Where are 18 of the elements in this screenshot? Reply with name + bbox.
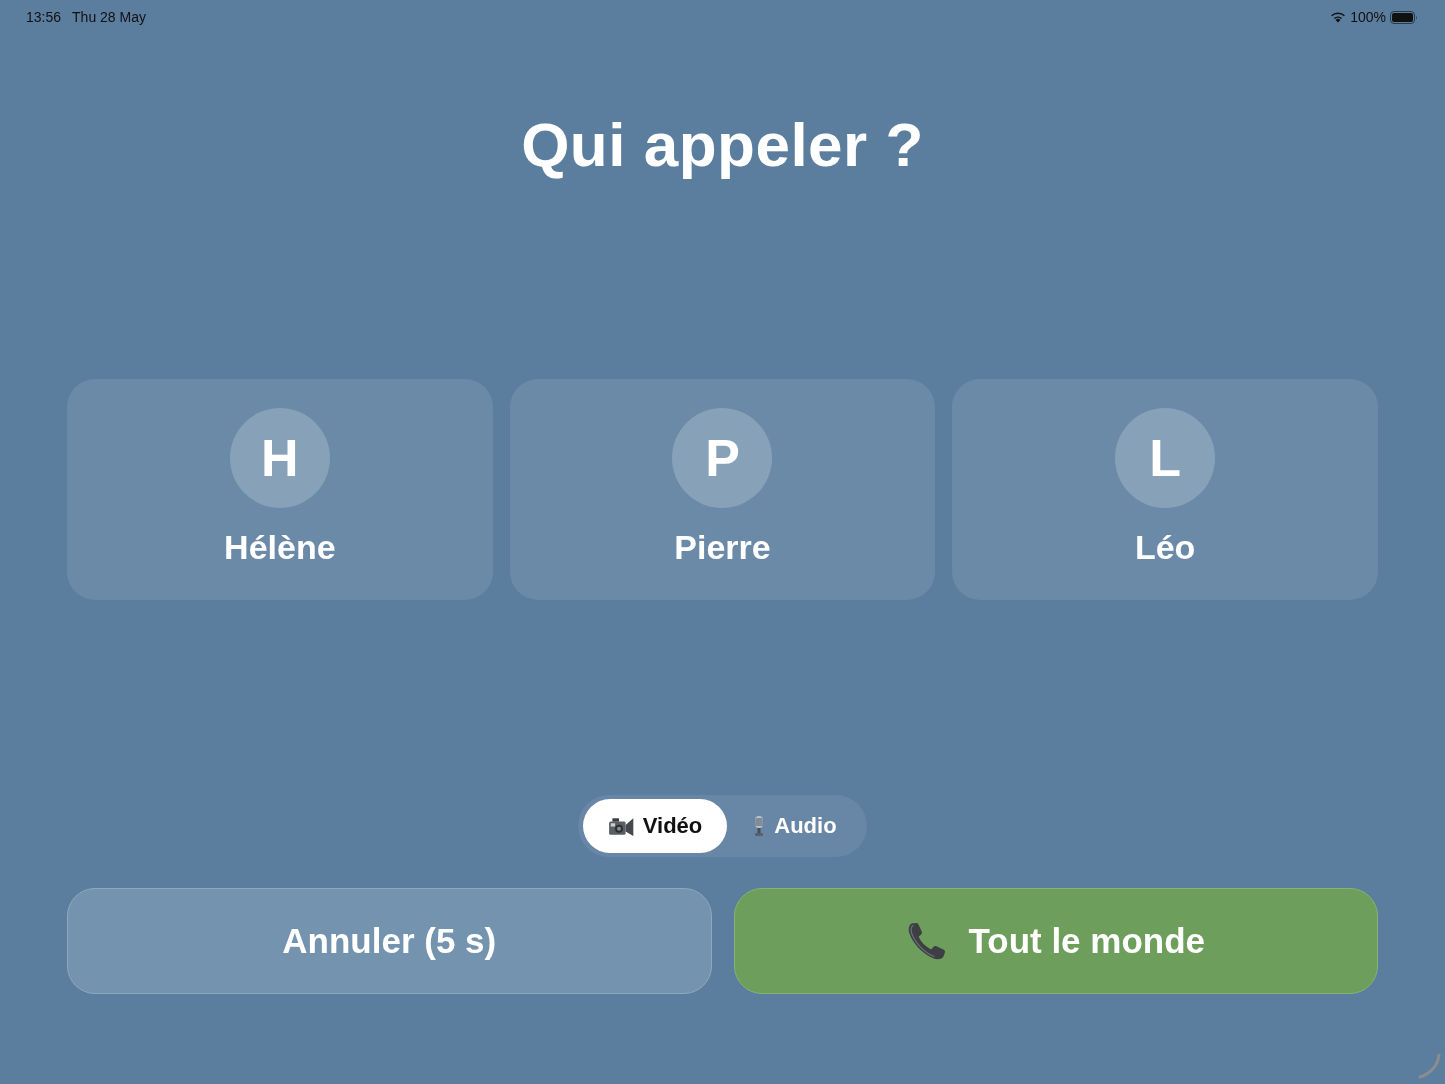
- status-date: Thu 28 May: [72, 9, 146, 25]
- contact-card[interactable]: H Hélène: [67, 379, 493, 600]
- contact-avatar: H: [229, 408, 330, 508]
- cancel-button[interactable]: Annuler (5 s): [67, 888, 712, 994]
- battery-percent: 100%: [1350, 9, 1386, 25]
- battery-icon: [1390, 10, 1418, 24]
- call-mode-tab[interactable]: Audio: [727, 799, 862, 853]
- contact-avatar: P: [672, 408, 773, 508]
- wifi-icon: [1330, 11, 1347, 23]
- contact-avatar: L: [1115, 408, 1216, 508]
- arc-icon: [1417, 1053, 1441, 1079]
- status-time: 13:56: [26, 9, 62, 25]
- call-mode-tab[interactable]: Vidéo: [583, 799, 728, 853]
- call-everyone-button[interactable]: Tout le monde: [733, 888, 1378, 994]
- video-camera-icon: [608, 815, 635, 837]
- contact-card[interactable]: P Pierre: [509, 379, 936, 600]
- page-title: Qui appeler ?: [520, 110, 925, 180]
- contact-card[interactable]: L Léo: [952, 379, 1378, 600]
